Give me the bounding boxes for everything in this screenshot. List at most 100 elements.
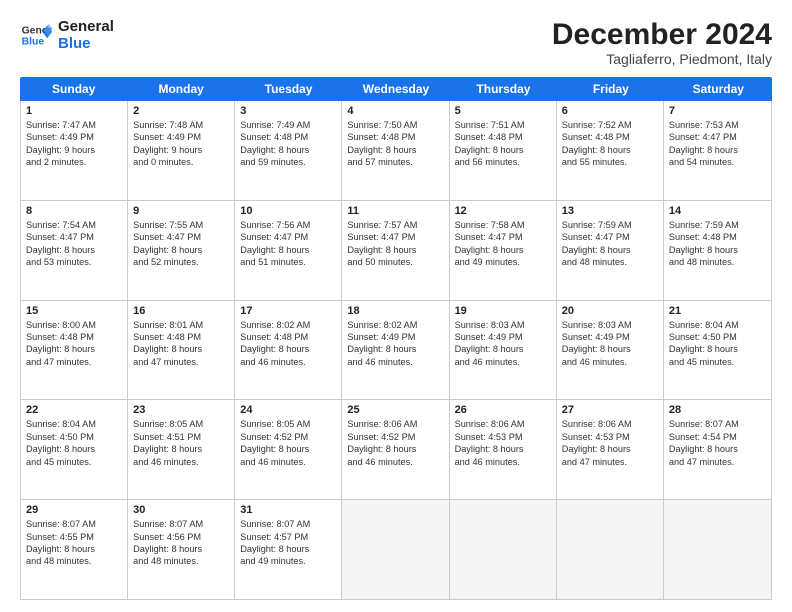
cell-info: Sunrise: 8:02 AM Sunset: 4:49 PM Dayligh… [347, 319, 443, 369]
cell-info: Sunrise: 8:02 AM Sunset: 4:48 PM Dayligh… [240, 319, 336, 369]
calendar-cell-r0-c6: 7 Sunrise: 7:53 AM Sunset: 4:47 PM Daylig… [664, 101, 771, 200]
calendar-cell-r3-c5: 27 Sunrise: 8:06 AM Sunset: 4:53 PM Dayli… [557, 400, 664, 499]
day-number: 10 [240, 205, 336, 217]
calendar-cell-r2-c2: 17 Sunrise: 8:02 AM Sunset: 4:48 PM Dayli… [235, 301, 342, 400]
calendar-cell-r1-c1: 9Sunrise: 7:55 AM Sunset: 4:47 PM Daylig… [128, 201, 235, 300]
cell-info: Sunrise: 7:52 AM Sunset: 4:48 PM Dayligh… [562, 119, 658, 169]
day-number: 14 [669, 205, 766, 217]
main-title: December 2024 [552, 18, 772, 51]
cell-info: Sunrise: 7:54 AM Sunset: 4:47 PM Dayligh… [26, 219, 122, 269]
day-number: 22 [26, 404, 122, 416]
calendar-cell-r0-c4: 5Sunrise: 7:51 AM Sunset: 4:48 PM Daylig… [450, 101, 557, 200]
day-number: 12 [455, 205, 551, 217]
calendar-row-0: 1 Sunrise: 7:47 AM Sunset: 4:49 PM Daylig… [21, 101, 771, 200]
cell-info: Sunrise: 7:56 AM Sunset: 4:47 PM Dayligh… [240, 219, 336, 269]
day-number: 3 [240, 105, 336, 117]
calendar-cell-r4-c0: 29Sunrise: 8:07 AM Sunset: 4:55 PM Dayli… [21, 500, 128, 599]
header-monday: Monday [127, 77, 234, 101]
header-sunday: Sunday [20, 77, 127, 101]
cell-info: Sunrise: 7:59 AM Sunset: 4:47 PM Dayligh… [562, 219, 658, 269]
calendar-cell-r1-c0: 8 Sunrise: 7:54 AM Sunset: 4:47 PM Daylig… [21, 201, 128, 300]
calendar-cell-r1-c6: 14 Sunrise: 7:59 AM Sunset: 4:48 PM Dayli… [664, 201, 771, 300]
calendar-cell-r3-c0: 22 Sunrise: 8:04 AM Sunset: 4:50 PM Dayli… [21, 400, 128, 499]
calendar-cell-r4-c1: 30 Sunrise: 8:07 AM Sunset: 4:56 PM Dayli… [128, 500, 235, 599]
calendar-cell-r2-c1: 16Sunrise: 8:01 AM Sunset: 4:48 PM Dayli… [128, 301, 235, 400]
calendar-cell-r2-c3: 18 Sunrise: 8:02 AM Sunset: 4:49 PM Dayli… [342, 301, 449, 400]
day-number: 21 [669, 305, 766, 317]
calendar-cell-r2-c6: 21Sunrise: 8:04 AM Sunset: 4:50 PM Dayli… [664, 301, 771, 400]
page: General Blue General Blue December 2024 … [0, 0, 792, 612]
calendar-cell-r2-c0: 15 Sunrise: 8:00 AM Sunset: 4:48 PM Dayli… [21, 301, 128, 400]
cell-info: Sunrise: 8:06 AM Sunset: 4:52 PM Dayligh… [347, 418, 443, 468]
day-number: 18 [347, 305, 443, 317]
calendar-cell-r3-c4: 26 Sunrise: 8:06 AM Sunset: 4:53 PM Dayli… [450, 400, 557, 499]
calendar-body: 1 Sunrise: 7:47 AM Sunset: 4:49 PM Daylig… [20, 101, 772, 600]
cell-info: Sunrise: 8:00 AM Sunset: 4:48 PM Dayligh… [26, 319, 122, 369]
header-wednesday: Wednesday [342, 77, 449, 101]
calendar-cell-r2-c5: 20Sunrise: 8:03 AM Sunset: 4:49 PM Dayli… [557, 301, 664, 400]
cell-info: Sunrise: 7:49 AM Sunset: 4:48 PM Dayligh… [240, 119, 336, 169]
calendar-cell-r3-c6: 28 Sunrise: 8:07 AM Sunset: 4:54 PM Dayli… [664, 400, 771, 499]
svg-text:Blue: Blue [22, 37, 45, 48]
calendar-cell-r3-c3: 25Sunrise: 8:06 AM Sunset: 4:52 PM Dayli… [342, 400, 449, 499]
calendar-cell-r0-c5: 6 Sunrise: 7:52 AM Sunset: 4:48 PM Daylig… [557, 101, 664, 200]
day-number: 4 [347, 105, 443, 117]
day-number: 11 [347, 205, 443, 217]
calendar-row-3: 22 Sunrise: 8:04 AM Sunset: 4:50 PM Dayli… [21, 399, 771, 499]
header-thursday: Thursday [450, 77, 557, 101]
day-number: 19 [455, 305, 551, 317]
cell-info: Sunrise: 7:47 AM Sunset: 4:49 PM Dayligh… [26, 119, 122, 169]
day-number: 27 [562, 404, 658, 416]
cell-info: Sunrise: 7:53 AM Sunset: 4:47 PM Dayligh… [669, 119, 766, 169]
cell-info: Sunrise: 7:50 AM Sunset: 4:48 PM Dayligh… [347, 119, 443, 169]
calendar-row-1: 8 Sunrise: 7:54 AM Sunset: 4:47 PM Daylig… [21, 200, 771, 300]
day-number: 24 [240, 404, 336, 416]
header: General Blue General Blue December 2024 … [20, 18, 772, 67]
logo-line1: General [58, 18, 114, 35]
cell-info: Sunrise: 8:07 AM Sunset: 4:56 PM Dayligh… [133, 518, 229, 568]
day-number: 7 [669, 105, 766, 117]
cell-info: Sunrise: 7:55 AM Sunset: 4:47 PM Dayligh… [133, 219, 229, 269]
day-number: 20 [562, 305, 658, 317]
calendar-cell-r3-c2: 24Sunrise: 8:05 AM Sunset: 4:52 PM Dayli… [235, 400, 342, 499]
cell-info: Sunrise: 8:06 AM Sunset: 4:53 PM Dayligh… [562, 418, 658, 468]
cell-info: Sunrise: 8:04 AM Sunset: 4:50 PM Dayligh… [26, 418, 122, 468]
cell-info: Sunrise: 7:58 AM Sunset: 4:47 PM Dayligh… [455, 219, 551, 269]
calendar-cell-r3-c1: 23 Sunrise: 8:05 AM Sunset: 4:51 PM Dayli… [128, 400, 235, 499]
cell-info: Sunrise: 8:06 AM Sunset: 4:53 PM Dayligh… [455, 418, 551, 468]
calendar-row-4: 29Sunrise: 8:07 AM Sunset: 4:55 PM Dayli… [21, 499, 771, 599]
cell-info: Sunrise: 8:07 AM Sunset: 4:54 PM Dayligh… [669, 418, 766, 468]
day-number: 2 [133, 105, 229, 117]
calendar-cell-r4-c5 [557, 500, 664, 599]
calendar-cell-r0-c3: 4 Sunrise: 7:50 AM Sunset: 4:48 PM Daylig… [342, 101, 449, 200]
day-number: 15 [26, 305, 122, 317]
cell-info: Sunrise: 7:59 AM Sunset: 4:48 PM Dayligh… [669, 219, 766, 269]
calendar-cell-r0-c2: 3 Sunrise: 7:49 AM Sunset: 4:48 PM Daylig… [235, 101, 342, 200]
day-number: 30 [133, 504, 229, 516]
day-number: 8 [26, 205, 122, 217]
cell-info: Sunrise: 7:48 AM Sunset: 4:49 PM Dayligh… [133, 119, 229, 169]
day-number: 6 [562, 105, 658, 117]
day-number: 17 [240, 305, 336, 317]
day-number: 1 [26, 105, 122, 117]
day-number: 23 [133, 404, 229, 416]
calendar-cell-r1-c4: 12 Sunrise: 7:58 AM Sunset: 4:47 PM Dayli… [450, 201, 557, 300]
header-tuesday: Tuesday [235, 77, 342, 101]
calendar-cell-r4-c4 [450, 500, 557, 599]
title-block: December 2024 Tagliaferro, Piedmont, Ita… [552, 18, 772, 67]
logo-line2: Blue [58, 35, 114, 52]
calendar-cell-r0-c1: 2 Sunrise: 7:48 AM Sunset: 4:49 PM Daylig… [128, 101, 235, 200]
day-number: 28 [669, 404, 766, 416]
calendar-row-2: 15 Sunrise: 8:00 AM Sunset: 4:48 PM Dayli… [21, 300, 771, 400]
header-saturday: Saturday [665, 77, 772, 101]
calendar-cell-r1-c5: 13Sunrise: 7:59 AM Sunset: 4:47 PM Dayli… [557, 201, 664, 300]
cell-info: Sunrise: 8:05 AM Sunset: 4:51 PM Dayligh… [133, 418, 229, 468]
calendar-cell-r2-c4: 19Sunrise: 8:03 AM Sunset: 4:49 PM Dayli… [450, 301, 557, 400]
cell-info: Sunrise: 7:57 AM Sunset: 4:47 PM Dayligh… [347, 219, 443, 269]
day-number: 26 [455, 404, 551, 416]
logo-icon: General Blue [20, 19, 52, 51]
calendar-cell-r1-c2: 10 Sunrise: 7:56 AM Sunset: 4:47 PM Dayli… [235, 201, 342, 300]
cell-info: Sunrise: 8:01 AM Sunset: 4:48 PM Dayligh… [133, 319, 229, 369]
calendar-header: Sunday Monday Tuesday Wednesday Thursday… [20, 77, 772, 101]
header-friday: Friday [557, 77, 664, 101]
